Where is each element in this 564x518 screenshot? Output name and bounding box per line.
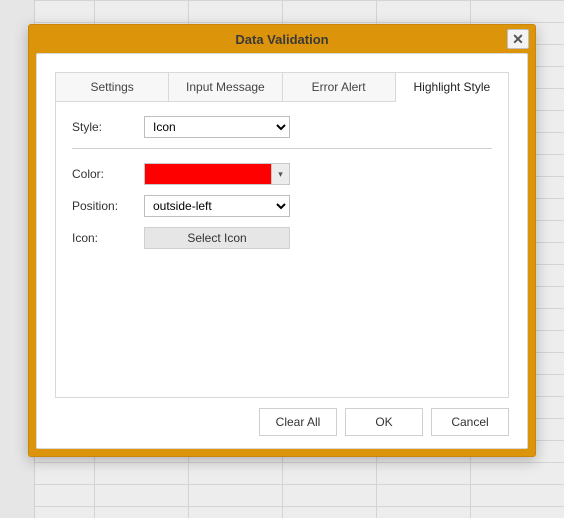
tab-input-message[interactable]: Input Message: [169, 72, 282, 101]
tabstrip: Settings Input Message Error Alert Highl…: [55, 72, 509, 102]
divider: [72, 148, 492, 149]
color-dropdown-button[interactable]: ▾: [271, 164, 289, 184]
data-validation-dialog: Data Validation ✕ Settings Input Message…: [28, 24, 536, 457]
chevron-down-icon: ▾: [278, 169, 283, 180]
color-swatch: [145, 164, 271, 184]
ok-button[interactable]: OK: [345, 408, 423, 436]
row-style: Style: Icon: [72, 116, 492, 138]
close-icon: ✕: [512, 32, 524, 46]
tab-highlight-style[interactable]: Highlight Style: [396, 72, 509, 101]
dialog-title: Data Validation: [235, 32, 328, 47]
dialog-titlebar: Data Validation ✕: [29, 25, 535, 53]
cancel-button[interactable]: Cancel: [431, 408, 509, 436]
close-button[interactable]: ✕: [507, 29, 529, 49]
label-style: Style:: [72, 120, 144, 134]
row-color: Color: ▾: [72, 163, 492, 185]
row-icon: Icon: Select Icon: [72, 227, 492, 249]
position-select[interactable]: outside-left: [144, 195, 290, 217]
clear-all-button[interactable]: Clear All: [259, 408, 337, 436]
dialog-body: Settings Input Message Error Alert Highl…: [36, 53, 528, 449]
tab-error-alert[interactable]: Error Alert: [283, 72, 396, 101]
row-position: Position: outside-left: [72, 195, 492, 217]
label-position: Position:: [72, 199, 144, 213]
select-icon-button[interactable]: Select Icon: [144, 227, 290, 249]
dialog-footer: Clear All OK Cancel: [55, 398, 509, 436]
tabpanel-highlight-style: Style: Icon Color: ▾ Position: outsi: [55, 102, 509, 398]
style-select[interactable]: Icon: [144, 116, 290, 138]
tab-settings[interactable]: Settings: [55, 72, 169, 101]
color-picker[interactable]: ▾: [144, 163, 290, 185]
label-color: Color:: [72, 167, 144, 181]
label-icon: Icon:: [72, 231, 144, 245]
